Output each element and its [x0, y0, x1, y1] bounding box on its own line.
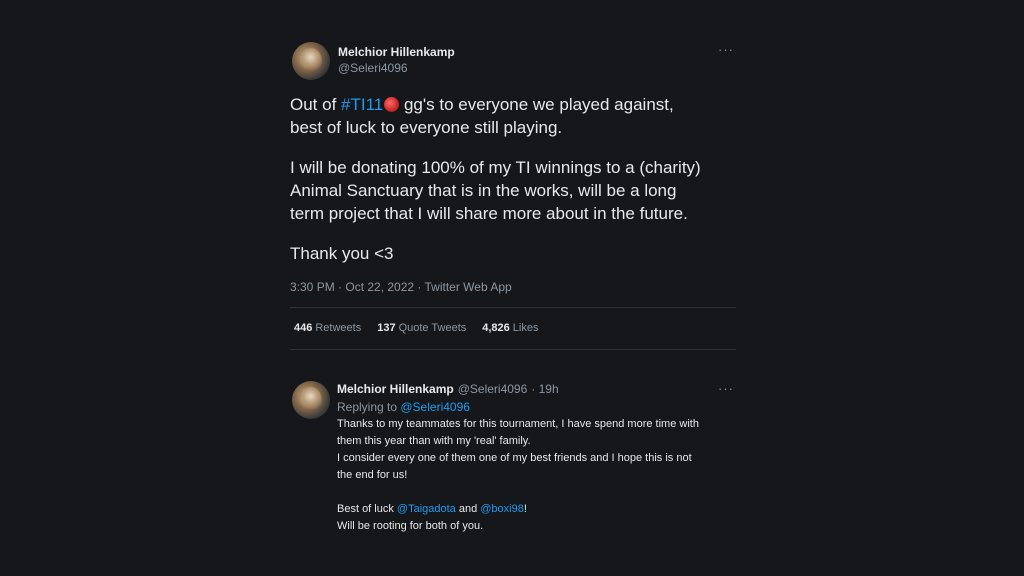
replying-label: Replying to	[337, 400, 401, 414]
author-name[interactable]: Melchior Hillenkamp	[338, 45, 455, 59]
reply-header: Melchior Hillenkamp @Seleri4096 · 19h	[337, 382, 559, 396]
text-segment: Best of luck	[337, 503, 397, 515]
tweet-line: term project that I will share more abou…	[290, 204, 688, 223]
retweets-stat[interactable]: 446 Retweets	[294, 322, 361, 334]
reply-line: I consider every one of them one of my b…	[337, 452, 692, 464]
avatar[interactable]	[292, 42, 330, 80]
reply-line: Best of luck @Taigadota and @boxi98!	[337, 501, 732, 518]
quote-tweets-stat[interactable]: 137 Quote Tweets	[377, 322, 466, 334]
tweet-thread: Melchior Hillenkamp @Seleri4096 ··· Out …	[290, 0, 736, 576]
replying-handle-link[interactable]: @Seleri4096	[400, 400, 470, 414]
reply-more-options-icon[interactable]: ···	[718, 381, 734, 396]
reply-line: them this year than with my 'real' famil…	[337, 435, 531, 447]
tweet-line: Thank you <3	[290, 244, 394, 263]
divider	[290, 307, 736, 308]
author-handle[interactable]: @Seleri4096	[338, 61, 408, 75]
likes-stat[interactable]: 4,826 Likes	[482, 322, 538, 334]
more-options-icon[interactable]: ···	[718, 42, 734, 57]
tweet-text: Out of #TI11 gg's to everyone we played …	[290, 93, 736, 265]
reply-author-name[interactable]: Melchior Hillenkamp	[337, 382, 454, 396]
reply-avatar[interactable]	[292, 381, 330, 419]
likes-count: 4,826	[482, 322, 510, 334]
ti-emoji-icon	[384, 97, 400, 112]
text-segment: !	[523, 503, 527, 515]
text-segment: gg's to everyone we played against,	[399, 95, 674, 114]
mention-link-boxi98[interactable]: @boxi98	[480, 503, 524, 515]
replying-to: Replying to @Seleri4096	[337, 400, 470, 414]
reply-line: the end for us!	[337, 469, 408, 481]
text-segment: Out of	[290, 95, 342, 114]
tweet-line: Out of #TI11 gg's to everyone we played …	[290, 93, 736, 116]
reply-text: Thanks to my teammates for this tourname…	[337, 416, 732, 535]
divider	[290, 349, 736, 350]
mention-link-taigadota[interactable]: @Taigadota	[397, 503, 456, 515]
tweet-timestamp[interactable]: 3:30 PM · Oct 22, 2022 · Twitter Web App	[290, 280, 512, 294]
quotes-label: Quote Tweets	[398, 322, 467, 334]
hashtag-link[interactable]: #TI11	[341, 95, 383, 114]
likes-label: Likes	[512, 322, 539, 334]
tweet-line: Animal Sanctuary that is in the works, w…	[290, 181, 677, 200]
retweets-label: Retweets	[315, 322, 362, 334]
reply-time[interactable]: · 19h	[531, 382, 558, 396]
text-segment: and	[455, 503, 481, 515]
retweets-count: 446	[294, 322, 313, 334]
quotes-count: 137	[377, 322, 396, 334]
reply-author-handle[interactable]: @Seleri4096	[458, 382, 528, 396]
tweet-stats: 446 Retweets 137 Quote Tweets 4,826 Likes	[294, 322, 538, 334]
tweet-line: best of luck to everyone still playing.	[290, 118, 563, 137]
reply-line: Thanks to my teammates for this tourname…	[337, 418, 699, 430]
tweet-line: I will be donating 100% of my TI winning…	[290, 158, 701, 177]
reply-line: Will be rooting for both of you.	[337, 520, 484, 532]
